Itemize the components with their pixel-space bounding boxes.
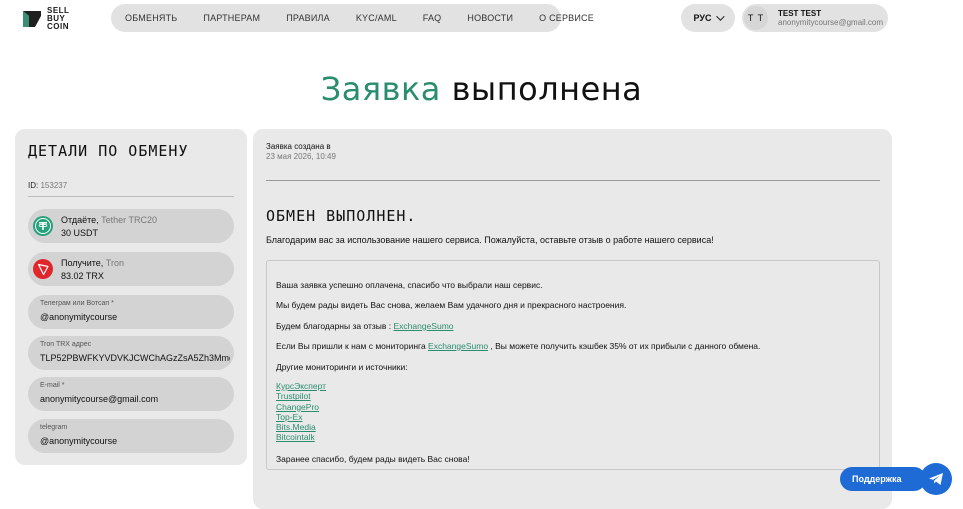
nav-kyc-aml[interactable]: KYC/AML xyxy=(356,13,397,23)
give-text: Отдаёте, Tether TRC20 30 USDT xyxy=(61,214,157,240)
user-name: TEST TEST xyxy=(778,9,822,18)
get-text: Получите, Tron 83.02 TRX xyxy=(61,257,124,283)
logo-text: SELL BUY COIN xyxy=(47,7,69,31)
created-date: 23 мая 2026, 10:49 xyxy=(266,152,336,161)
cashback-suffix: , Вы можете получить кэшбек 35% от их пр… xyxy=(488,341,761,351)
nav-exchange[interactable]: ОБМЕНЯТЬ xyxy=(125,13,177,23)
message-box: Ваша заявка успешно оплачена, спасибо чт… xyxy=(266,260,880,470)
usdt-trc20-icon xyxy=(33,216,53,236)
user-email: anonymitycourse@gmail.com xyxy=(778,18,884,27)
field-label: Телеграм или Вотсап * xyxy=(40,300,114,307)
nav-news[interactable]: НОВОСТИ xyxy=(467,13,513,23)
field-label: telegram xyxy=(40,424,68,431)
give-currency-row: Отдаёте, Tether TRC20 30 USDT xyxy=(28,209,234,243)
link-bits-media[interactable]: Bits.Media xyxy=(276,422,326,432)
created-label: Заявка создана в xyxy=(266,142,331,151)
logo-line-coin: COIN xyxy=(47,22,69,31)
page-title: Заявка выполнена xyxy=(0,70,963,108)
language-label: РУС xyxy=(693,13,712,23)
field-label: E-mail * xyxy=(40,382,65,389)
page-title-accent: Заявка xyxy=(320,70,441,108)
field-label: Tron TRX адрес xyxy=(40,341,92,348)
order-id-value: 153237 xyxy=(40,181,68,190)
review-prefix: Будем благодарны за отзыв : xyxy=(276,321,394,331)
exchange-details-panel: ДЕТАЛИ ПО ОБМЕНУ ID: 153237 Отдаёте, Tet… xyxy=(15,129,247,465)
message-line: Ваша заявка успешно оплачена, спасибо чт… xyxy=(276,280,543,290)
exchangesumo-monitoring-link[interactable]: ExchangeSumo xyxy=(428,341,488,351)
user-info: TEST TEST anonymitycourse@gmail.com xyxy=(778,9,883,27)
order-id: ID: 153237 xyxy=(28,181,67,190)
order-id-label: ID: xyxy=(28,181,39,190)
telegram-icon[interactable] xyxy=(920,463,952,495)
nav-faq[interactable]: FAQ xyxy=(423,13,442,23)
language-select[interactable]: РУС xyxy=(681,4,735,32)
page-title-rest: выполнена xyxy=(440,70,643,108)
field-value: TLP52PBWFKYVDVKJCWChAGzZsA5Zh3MmgT xyxy=(40,353,230,363)
logo[interactable]: SELL BUY COIN xyxy=(21,4,91,34)
tron-address-field[interactable]: Tron TRX адрес TLP52PBWFKYVDVKJCWChAGzZs… xyxy=(28,336,234,370)
get-amount: 83.02 TRX xyxy=(61,271,104,281)
main-nav: ОБМЕНЯТЬ ПАРТНЕРАМ ПРАВИЛА KYC/AML FAQ Н… xyxy=(111,4,594,32)
telegram-whatsapp-field[interactable]: Телеграм или Вотсап * @anonymitycourse xyxy=(28,295,234,329)
message-line: Мы будем рады видеть Вас снова, желаем В… xyxy=(276,300,627,310)
exchangesumo-review-link[interactable]: ExchangeSumo xyxy=(394,321,454,331)
link-trustpilot[interactable]: Trustpilot xyxy=(276,391,326,401)
tron-icon xyxy=(33,259,53,279)
support-label: Поддержка xyxy=(852,474,902,484)
link-changepro[interactable]: ChangePro xyxy=(276,402,326,412)
thanks-text: Благодарим вас за использование нашего с… xyxy=(266,235,714,245)
header: SELL BUY COIN ОБМЕНЯТЬ ПАРТНЕРАМ ПРАВИЛА… xyxy=(0,0,963,36)
avatar: T T xyxy=(744,6,768,30)
support-button[interactable]: Поддержка xyxy=(840,467,926,491)
nav-rules[interactable]: ПРАВИЛА xyxy=(286,13,330,23)
nav-about[interactable]: О СЕРВИСЕ xyxy=(539,13,594,23)
field-value: @anonymitycourse xyxy=(40,312,118,322)
review-line: Будем благодарны за отзыв : ExchangeSumo xyxy=(276,321,454,331)
logo-mark-icon xyxy=(21,8,43,30)
field-value: @anonymitycourse xyxy=(40,436,118,446)
give-amount: 30 USDT xyxy=(61,228,99,238)
link-top-ex[interactable]: Top-Ex xyxy=(276,412,326,422)
get-currency: Tron xyxy=(105,258,124,268)
give-currency: Tether TRC20 xyxy=(101,215,157,225)
give-label: Отдаёте, xyxy=(61,215,99,225)
divider xyxy=(28,196,234,197)
field-value: anonymitycourse@gmail.com xyxy=(40,394,159,404)
divider xyxy=(266,180,880,181)
email-field[interactable]: E-mail * anonymitycourse@gmail.com xyxy=(28,377,234,411)
status-title: ОБМЕН ВЫПОЛНЕН. xyxy=(266,207,417,225)
cashback-prefix: Если Вы пришли к нам с мониторинга xyxy=(276,341,429,351)
monitoring-links: КурсЭксперт Trustpilot ChangePro Top-Ex … xyxy=(276,381,326,443)
closing-line: Заранее спасибо, будем рады видеть Вас с… xyxy=(276,454,470,464)
link-kursexpert[interactable]: КурсЭксперт xyxy=(276,381,326,391)
user-menu[interactable]: T T TEST TEST anonymitycourse@gmail.com xyxy=(742,4,888,32)
message-line: Другие мониторинги и источники: xyxy=(276,362,408,372)
link-bitcointalk[interactable]: Bitcointalk xyxy=(276,432,326,442)
nav-partners[interactable]: ПАРТНЕРАМ xyxy=(203,13,260,23)
cashback-line: Если Вы пришли к нам с мониторинга Excha… xyxy=(276,341,760,351)
get-currency-row: Получите, Tron 83.02 TRX xyxy=(28,252,234,286)
get-label: Получите, xyxy=(61,258,104,268)
details-heading: ДЕТАЛИ ПО ОБМЕНУ xyxy=(28,142,189,160)
order-status-panel: Заявка создана в 23 мая 2026, 10:49 ОБМЕ… xyxy=(253,129,892,509)
chevron-down-icon xyxy=(716,12,726,21)
telegram-field[interactable]: telegram @anonymitycourse xyxy=(28,419,234,453)
